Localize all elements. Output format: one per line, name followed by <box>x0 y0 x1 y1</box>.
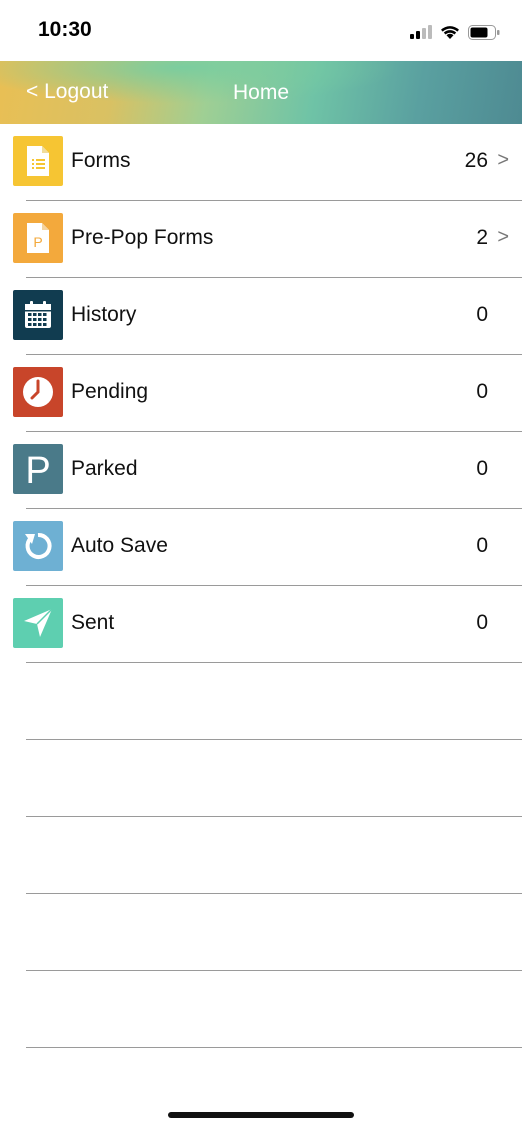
prepop-document-icon: P <box>13 213 63 263</box>
svg-text:P: P <box>25 450 50 488</box>
paper-plane-icon <box>13 598 63 648</box>
menu-item-history[interactable]: History 0 <box>13 278 522 355</box>
calendar-icon <box>13 290 63 340</box>
page-title-text: Home <box>232 81 290 104</box>
status-time: 10:30 <box>38 18 92 41</box>
cellular-signal-icon <box>410 25 432 39</box>
menu-item-label: Auto Save <box>71 534 168 557</box>
empty-list-row <box>26 817 522 894</box>
menu-item-count: 2 <box>476 226 488 249</box>
empty-list-row <box>26 663 522 740</box>
refresh-icon <box>13 521 63 571</box>
menu-item-label: History <box>71 303 137 326</box>
empty-list-row <box>26 894 522 971</box>
page-title: Home <box>0 81 522 105</box>
home-menu-list: Forms 26 > P Pre-Pop Forms 2 > History 0… <box>0 124 522 1048</box>
menu-item-label: Sent <box>71 611 115 634</box>
status-icons <box>410 22 500 42</box>
menu-item-count: 26 <box>464 149 488 172</box>
menu-item-count: 0 <box>476 380 488 403</box>
chevron-right-icon: > <box>497 149 509 171</box>
empty-list-row <box>26 740 522 817</box>
status-bar: 10:30 <box>0 0 522 61</box>
menu-item-label: Forms <box>71 149 131 172</box>
menu-item-forms[interactable]: Forms 26 > <box>13 124 522 201</box>
svg-text:P: P <box>33 234 42 250</box>
wifi-icon <box>441 25 459 39</box>
battery-icon <box>468 24 500 40</box>
menu-item-parked[interactable]: P Parked 0 <box>13 432 522 509</box>
forms-document-icon <box>13 136 63 186</box>
menu-item-sent[interactable]: Sent 0 <box>13 586 522 663</box>
home-indicator[interactable] <box>168 1112 354 1118</box>
menu-item-label: Parked <box>71 457 138 480</box>
menu-item-label: Pre-Pop Forms <box>71 226 214 249</box>
menu-item-count: 0 <box>476 534 488 557</box>
empty-list-row <box>26 971 522 1048</box>
menu-item-count: 0 <box>476 303 488 326</box>
menu-item-pending[interactable]: Pending 0 <box>13 355 522 432</box>
chevron-right-icon: > <box>497 226 509 248</box>
menu-item-count: 0 <box>476 611 488 634</box>
menu-item-count: 0 <box>476 457 488 480</box>
nav-bar: < Logout Home <box>0 61 522 124</box>
menu-item-auto-save[interactable]: Auto Save 0 <box>13 509 522 586</box>
menu-item-label: Pending <box>71 380 149 403</box>
menu-item-prepop-forms[interactable]: P Pre-Pop Forms 2 > <box>13 201 522 278</box>
clock-icon <box>13 367 63 417</box>
parking-icon: P <box>13 444 63 494</box>
